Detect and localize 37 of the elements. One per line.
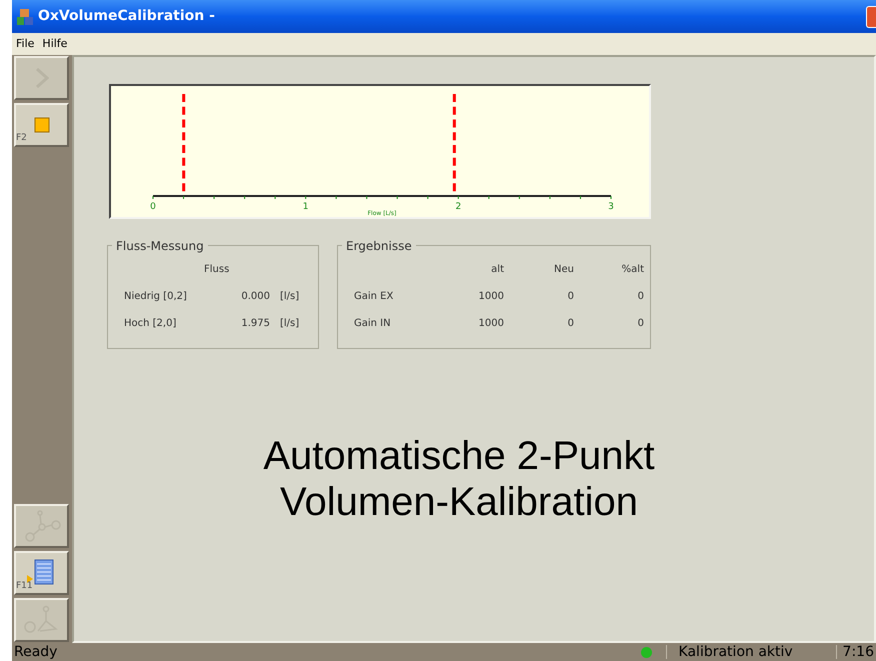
toolbar-button[interactable]: F2 (14, 103, 69, 147)
shortcut-label: F2 (16, 132, 27, 144)
menu-item[interactable]: File (16, 36, 34, 52)
column-header: Fluss (204, 263, 230, 277)
status-message: Kalibration aktiv (666, 645, 836, 659)
tick-label: 1 (302, 202, 309, 212)
app-icon (16, 8, 34, 26)
status-text: Ready (13, 645, 58, 659)
square-icon (34, 117, 50, 133)
tick-label: 0 (150, 202, 156, 212)
table-cell-text: 0 (566, 290, 574, 304)
tick-label: 2 (455, 202, 462, 212)
column-header: alt (490, 263, 504, 277)
window-title: OxVolumeCalibration - (38, 7, 215, 26)
column-header: %alt (620, 263, 644, 277)
table-cell-text: 1000 (478, 317, 504, 331)
row-label: Gain EX (354, 290, 394, 304)
caption-text: Automatische 2-Punkt (263, 433, 655, 479)
unit-label: [l/s] (279, 290, 300, 304)
table-cell-text: 1000 (478, 290, 504, 304)
clock-text: 7:16 (836, 645, 876, 659)
flow-value: 1.975 (240, 317, 271, 331)
tick-label: 3 (608, 202, 614, 212)
table-cell-text: 0 (636, 317, 644, 331)
close-button[interactable] (866, 6, 876, 28)
row-label: Gain IN (354, 317, 392, 331)
menu-item[interactable]: Hilfe (42, 36, 68, 52)
flow-value: 0.000 (240, 290, 271, 304)
column-header: Neu (553, 263, 574, 277)
unit-label: [l/s] (279, 317, 300, 331)
row-label: Niedrig [0,2] (124, 290, 188, 304)
shortcut-label: F11 (16, 580, 33, 592)
caption-text: Volumen-Kalibration (280, 479, 638, 525)
table-cell-text: 0 (636, 290, 644, 304)
toolbar-button[interactable]: F11 (14, 551, 69, 595)
row-label: Hoch [2,0] (124, 317, 178, 331)
table-cell-text: 0 (566, 317, 574, 331)
